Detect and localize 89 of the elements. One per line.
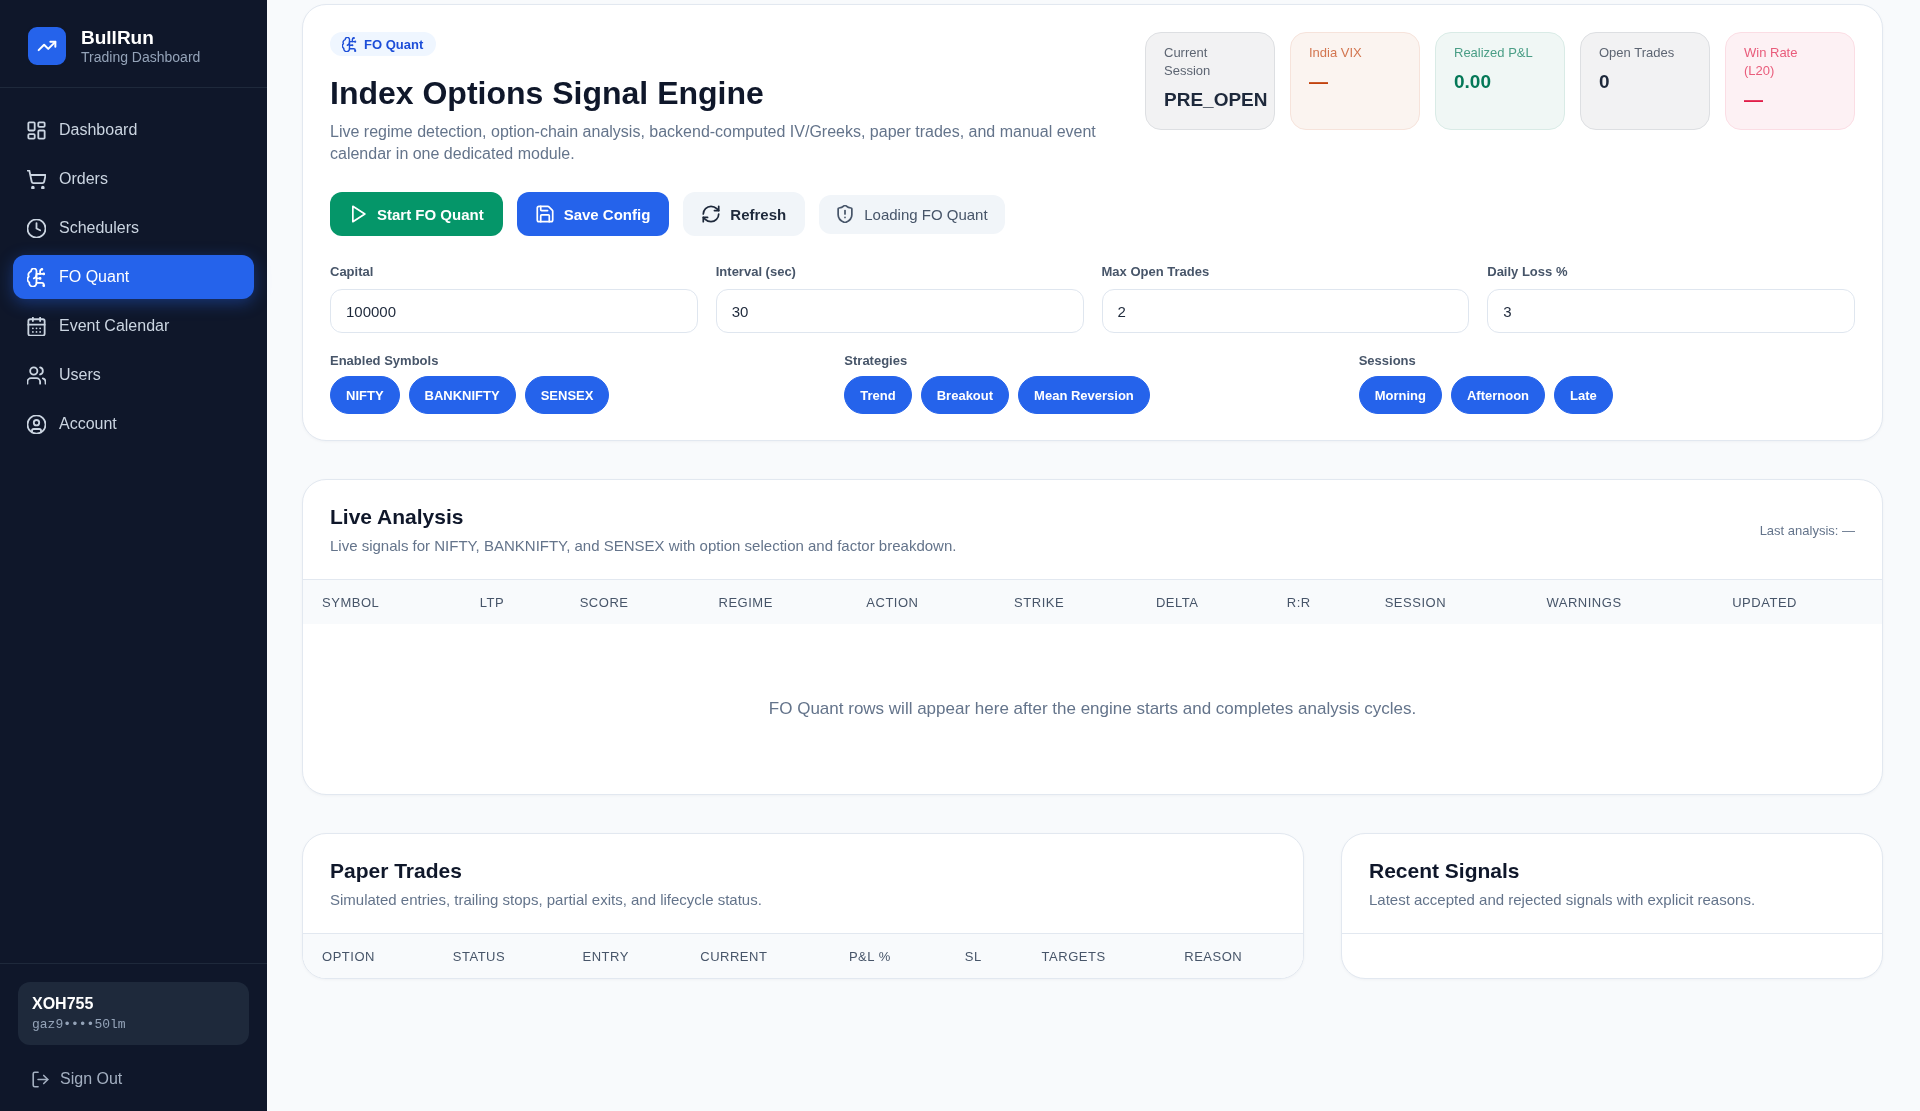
user-name: XOH755: [32, 994, 95, 1013]
column-header: STATUS: [452, 948, 507, 964]
toggle-chip[interactable]: Trend: [844, 376, 912, 414]
empty-state-text: FO Quant rows will appear here after the engine starts and completes analysis cycles.: [768, 699, 1417, 719]
input-field[interactable]: 30: [715, 289, 1084, 333]
column-header: ACTION: [866, 594, 920, 610]
column-header: SESSION: [1384, 594, 1448, 610]
section-title: Live Analysis: [330, 504, 465, 530]
column-header: SCORE: [579, 594, 630, 610]
field-label: Daily Loss %: [1487, 264, 1568, 280]
input-field[interactable]: 100000: [330, 289, 698, 333]
section-title: Paper Trades: [330, 858, 463, 884]
toggle-chip[interactable]: Afternoon: [1450, 376, 1546, 414]
clock-icon: [27, 218, 46, 238]
toggle-chip[interactable]: SENSEX: [524, 376, 610, 414]
toggle-chip[interactable]: Late: [1554, 376, 1613, 414]
stat-value: —: [1309, 70, 1328, 94]
nav-item[interactable]: FO Quant: [13, 255, 254, 299]
nav-item[interactable]: Users: [13, 353, 254, 397]
cart-icon: [27, 169, 46, 189]
brand-tagline: Trading Dashboard: [81, 48, 201, 66]
group-label: Sessions: [1358, 353, 1416, 369]
section-subtitle: Live signals for NIFTY, BANKNIFTY, and SENSEX with option selection and factor breakdown.: [330, 536, 957, 556]
column-header: P&L %: [848, 948, 892, 964]
nav-item[interactable]: Schedulers: [13, 206, 254, 250]
stat-label: Win Rate (L20): [1744, 44, 1799, 80]
start-button[interactable]: Start FO Quant: [330, 192, 503, 236]
column-header: R:R: [1286, 594, 1312, 610]
stat-label: Open Trades: [1599, 44, 1675, 62]
page-description: Live regime detection, option-chain analysis, backend-computed IV/Greeks, paper trades, and manual event calendar in one dedicated module.: [330, 122, 1097, 164]
column-header: REASON: [1184, 948, 1244, 964]
stat-value: —: [1744, 88, 1763, 112]
log-out-icon: [32, 1070, 49, 1088]
trending-up-icon: [27, 26, 67, 66]
nav-item[interactable]: Account: [13, 402, 254, 446]
page-title: Index Options Signal Engine: [330, 74, 765, 113]
column-header: ENTRY: [582, 948, 630, 964]
toggle-chip[interactable]: NIFTY: [330, 376, 400, 414]
field-label: Interval (sec): [715, 264, 796, 280]
field-label: Capital: [330, 264, 374, 280]
group-label: Enabled Symbols: [330, 353, 439, 369]
input-field[interactable]: 3: [1487, 289, 1855, 333]
users-icon: [27, 365, 46, 385]
toggle-chip[interactable]: Breakout: [920, 376, 1010, 414]
group-label: Strategies: [844, 353, 908, 369]
brain-icon: [342, 36, 357, 52]
save-icon: [535, 205, 554, 223]
status-indicator: Loading FO Quant: [819, 194, 1005, 234]
play-icon: [349, 205, 367, 223]
save-button[interactable]: Save Config: [516, 192, 670, 236]
brand-name: BullRun: [81, 26, 155, 49]
nav-item[interactable]: Event Calendar: [13, 304, 254, 348]
layout-grid-icon: [27, 120, 46, 140]
column-header: CURRENT: [700, 948, 769, 964]
column-header: UPDATED: [1732, 594, 1798, 610]
column-header: WARNINGS: [1546, 594, 1623, 610]
section-subtitle: Simulated entries, trailing stops, partial exits, and lifecycle status.: [330, 890, 762, 910]
stat-value: 0.00: [1454, 70, 1491, 94]
module-label: FO Quant: [364, 36, 424, 52]
last-analysis-text: Last analysis: —: [1759, 522, 1855, 538]
column-header: DELTA: [1155, 594, 1200, 610]
input-field[interactable]: 2: [1101, 289, 1470, 333]
column-header: TARGETS: [1041, 948, 1107, 964]
toggle-chip[interactable]: Mean Reversion: [1018, 376, 1150, 414]
field-label: Max Open Trades: [1101, 264, 1210, 280]
section-subtitle: Latest accepted and rejected signals with explicit reasons.: [1369, 890, 1756, 910]
user-id: gaz9••••50lm: [32, 1017, 127, 1033]
column-header: REGIME: [718, 594, 774, 610]
column-header: OPTION: [322, 948, 376, 964]
column-header: SL: [964, 948, 983, 964]
nav-item[interactable]: Orders: [13, 157, 254, 201]
sign-out-button[interactable]: Sign Out: [18, 1059, 137, 1099]
toggle-chip[interactable]: BANKNIFTY: [408, 376, 516, 414]
calendar-icon: [27, 316, 46, 336]
stat-label: India VIX: [1309, 44, 1362, 62]
column-header: STRIKE: [1014, 594, 1066, 610]
toggle-chip[interactable]: Morning: [1358, 376, 1442, 414]
nav-item[interactable]: Dashboard: [13, 108, 254, 152]
stat-label: Realized P&L: [1454, 44, 1533, 62]
refresh-button[interactable]: Refresh: [683, 192, 806, 236]
stat-label: Current Session: [1164, 44, 1212, 80]
shield-icon: [836, 205, 855, 223]
column-header: LTP: [479, 594, 506, 610]
stat-value: 0: [1599, 70, 1610, 94]
refresh-icon: [702, 205, 721, 223]
brain-icon: [27, 267, 46, 287]
column-header: SYMBOL: [322, 594, 381, 610]
stat-value: PRE_OPEN: [1164, 88, 1268, 112]
section-title: Recent Signals: [1369, 858, 1521, 884]
